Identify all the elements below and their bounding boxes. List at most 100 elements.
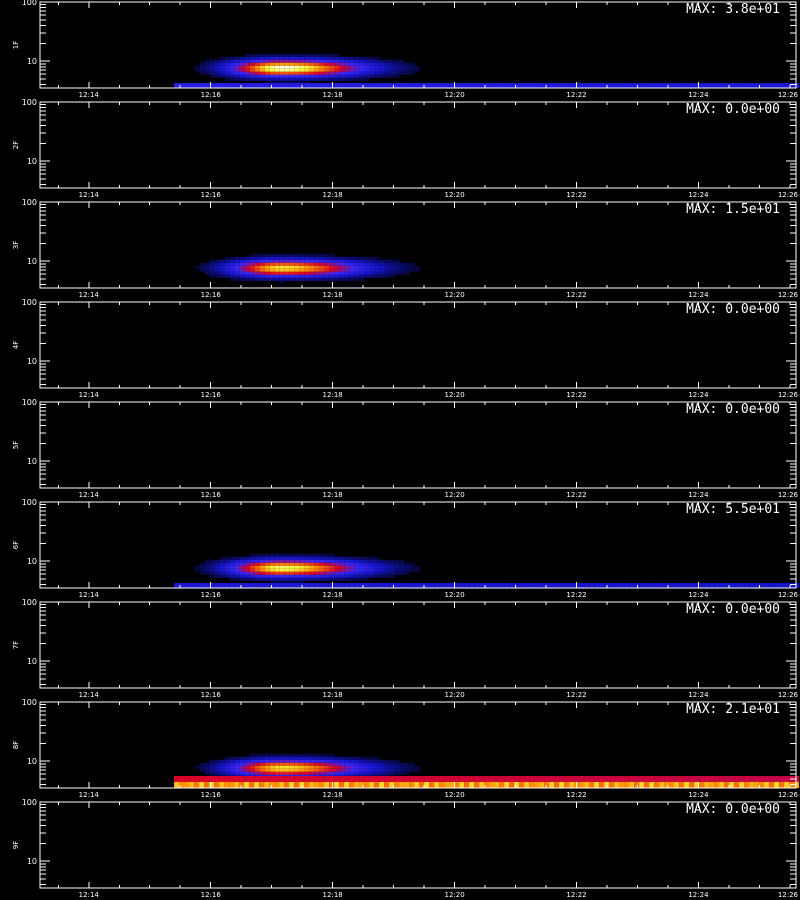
heat-cell	[269, 768, 275, 772]
heat-cell	[324, 56, 330, 60]
band-cell	[534, 83, 540, 88]
heat-cell	[264, 556, 270, 560]
heat-cell	[249, 768, 255, 772]
heat-cell	[329, 768, 335, 772]
heat-cell	[299, 565, 305, 569]
bottom-band	[174, 776, 800, 788]
heat-cell	[304, 62, 310, 66]
heat-cell	[344, 765, 350, 769]
heat-cell	[224, 77, 230, 81]
band-cell	[634, 776, 640, 782]
heat-cell	[389, 262, 395, 266]
heat-cell	[264, 71, 270, 75]
heat-cell	[279, 568, 285, 572]
heat-cell	[269, 559, 275, 563]
heat-cell	[279, 253, 285, 257]
y-tick-label: 100	[22, 398, 37, 407]
heat-cell	[254, 271, 260, 275]
heat-cell	[264, 571, 270, 575]
heat-cell	[304, 553, 310, 557]
band-cell	[319, 776, 325, 782]
heat-cell	[384, 765, 390, 769]
heat-cell	[274, 753, 280, 757]
heat-cell	[374, 65, 380, 69]
heat-cell	[269, 262, 275, 266]
band-cell	[644, 782, 650, 788]
y-tick-label: 10	[27, 157, 37, 166]
band-cell	[229, 776, 235, 782]
heat-cell	[334, 574, 340, 578]
heat-cell	[284, 77, 290, 81]
heat-cell	[334, 571, 340, 575]
heat-cell	[329, 274, 335, 278]
band-cell	[454, 776, 460, 782]
heat-cell	[334, 77, 340, 81]
heat-cell	[219, 771, 225, 775]
band-cell	[744, 583, 750, 588]
heat-cell	[359, 571, 365, 575]
heat-cell	[239, 571, 245, 575]
heat-cell	[324, 53, 330, 57]
band-cell	[299, 583, 305, 588]
heat-cell	[354, 756, 360, 760]
heat-cell	[374, 762, 380, 766]
y-tick-label: 10	[27, 757, 37, 766]
heat-cell	[234, 271, 240, 275]
band-cell	[284, 782, 290, 788]
heat-cell	[309, 571, 315, 575]
heat-cell	[369, 65, 375, 69]
x-tick-label: 12:18	[323, 691, 343, 699]
band-cell	[304, 83, 310, 88]
x-tick-label: 12:22	[566, 791, 586, 799]
heat-cell	[209, 62, 215, 66]
x-tick-label: 12:22	[566, 491, 586, 499]
heat-cell	[209, 765, 215, 769]
band-cell	[639, 583, 645, 588]
band-cell	[214, 83, 220, 88]
band-cell	[369, 83, 375, 88]
heat-cell	[369, 259, 375, 263]
heat-cell	[374, 565, 380, 569]
heat-cell	[344, 268, 350, 272]
band-cell	[504, 782, 510, 788]
heat-cell	[409, 768, 415, 772]
band-cell	[194, 83, 200, 88]
heat-cell	[219, 74, 225, 78]
band-cell	[669, 776, 675, 782]
band-cell	[414, 776, 420, 782]
heat-cell	[204, 62, 210, 66]
heat-cell	[244, 262, 250, 266]
band-cell	[294, 583, 300, 588]
heat-cell	[314, 68, 320, 72]
heat-cell	[309, 765, 315, 769]
band-cell	[699, 83, 705, 88]
heat-cell	[229, 756, 235, 760]
heat-cell	[254, 259, 260, 263]
heat-cell	[284, 68, 290, 72]
heat-cell	[364, 77, 370, 81]
band-cell	[319, 782, 325, 788]
band-cell	[674, 782, 680, 788]
heat-cell	[244, 277, 250, 281]
panel-2F: 101002F12:14 12:16 12:18 12:20 12:22 12:24 12:…	[12, 98, 799, 199]
heat-cell	[304, 256, 310, 260]
heat-cell	[244, 268, 250, 272]
band-cell	[209, 583, 215, 588]
heat-cell	[359, 762, 365, 766]
band-cell	[609, 83, 615, 88]
heat-cell	[379, 568, 385, 572]
heat-cell	[244, 77, 250, 81]
heat-cell	[224, 259, 230, 263]
heat-cell	[299, 274, 305, 278]
heat-cell	[374, 765, 380, 769]
heat-cell	[249, 68, 255, 72]
band-cell	[549, 583, 555, 588]
heat-cell	[254, 256, 260, 260]
heat-cell	[234, 71, 240, 75]
band-cell	[589, 776, 595, 782]
band-cell	[714, 83, 720, 88]
heat-cell	[349, 568, 355, 572]
heat-cell	[329, 759, 335, 763]
heat-cell	[364, 265, 370, 269]
heat-cell	[209, 259, 215, 263]
